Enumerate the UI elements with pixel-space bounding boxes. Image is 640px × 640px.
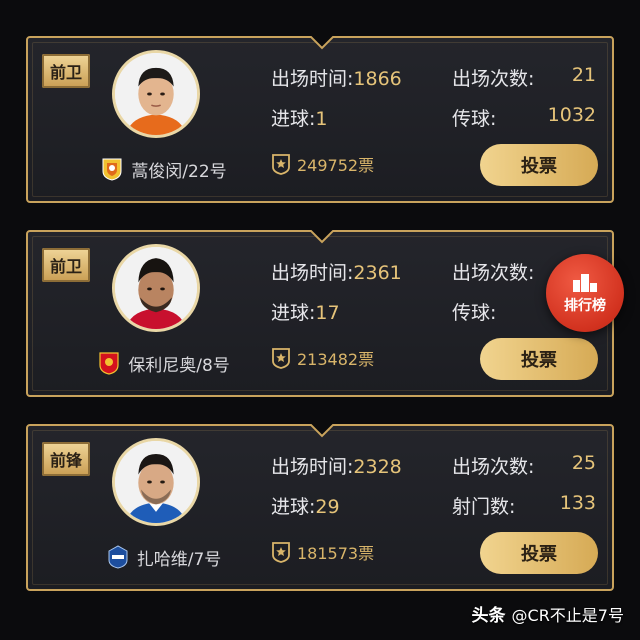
player-card: 前锋 扎哈维/7号 出场时间:2328 进球:29 出场次数: 25 射门数: 13… bbox=[26, 424, 614, 591]
guangzhou-evergrande-crest-icon bbox=[98, 351, 120, 375]
ranking-button[interactable]: 排行榜 bbox=[546, 254, 624, 332]
shandong-luneng-crest-icon bbox=[101, 157, 123, 181]
vote-count-text: 213482票 bbox=[297, 350, 375, 369]
appearances: 出场次数: 25 bbox=[452, 452, 596, 478]
ranking-label: 排行榜 bbox=[564, 298, 606, 314]
vote-button[interactable]: 投票 bbox=[480, 338, 598, 380]
player-card: 前卫 蒿俊闵/22号 出场时间:1866 进球:1 出场次数: 21 传球: 103… bbox=[26, 36, 614, 203]
passes: 传球: 1032 bbox=[452, 104, 596, 130]
card-notch-icon bbox=[310, 424, 334, 438]
goals: 进球:1 bbox=[271, 108, 328, 130]
team-row: 蒿俊闵/22号 bbox=[84, 156, 244, 182]
vote-count: 181573票 bbox=[271, 540, 374, 564]
star-shield-icon bbox=[272, 154, 290, 175]
position-badge: 前卫 bbox=[42, 54, 90, 88]
vote-button[interactable]: 投票 bbox=[480, 532, 598, 574]
podium-icon bbox=[573, 274, 597, 292]
player-name: 蒿俊闵/22号 bbox=[131, 161, 227, 182]
vote-count-text: 181573票 bbox=[297, 544, 375, 563]
watermark: 头条 @CR不止是7号 bbox=[472, 601, 624, 626]
position-badge: 前卫 bbox=[42, 248, 90, 282]
card-notch-icon bbox=[310, 230, 334, 244]
watermark-brand: 头条 bbox=[471, 606, 506, 626]
guangzhou-rf-crest-icon bbox=[107, 545, 129, 569]
goals: 进球:29 bbox=[271, 496, 340, 518]
appearances: 出场次数: 21 bbox=[452, 64, 596, 90]
goals: 进球:17 bbox=[271, 302, 340, 324]
star-shield-icon bbox=[272, 542, 290, 563]
player-card: 前卫 保利尼奥/8号 出场时间:2361 进球:17 出场次数: 传球: 213… bbox=[26, 230, 614, 397]
position-badge: 前锋 bbox=[42, 442, 90, 476]
shots: 射门数: 133 bbox=[452, 492, 596, 518]
player-name: 扎哈维/7号 bbox=[136, 549, 222, 570]
card-notch-icon bbox=[310, 36, 334, 50]
vote-count: 249752票 bbox=[271, 152, 374, 176]
star-shield-icon bbox=[272, 348, 290, 369]
vote-button[interactable]: 投票 bbox=[480, 144, 598, 186]
vote-count-text: 249752票 bbox=[297, 156, 375, 175]
appearance-time: 出场时间:2328 bbox=[271, 456, 402, 478]
vote-count: 213482票 bbox=[271, 346, 374, 370]
team-row: 保利尼奥/8号 bbox=[84, 350, 244, 376]
team-row: 扎哈维/7号 bbox=[84, 544, 244, 570]
watermark-handle: @CR不止是7号 bbox=[511, 606, 624, 625]
player-avatar bbox=[112, 50, 200, 138]
player-avatar bbox=[112, 244, 200, 332]
player-name: 保利尼奥/8号 bbox=[128, 355, 230, 376]
player-avatar bbox=[112, 438, 200, 526]
appearance-time: 出场时间:2361 bbox=[271, 262, 402, 284]
appearance-time: 出场时间:1866 bbox=[271, 68, 402, 90]
